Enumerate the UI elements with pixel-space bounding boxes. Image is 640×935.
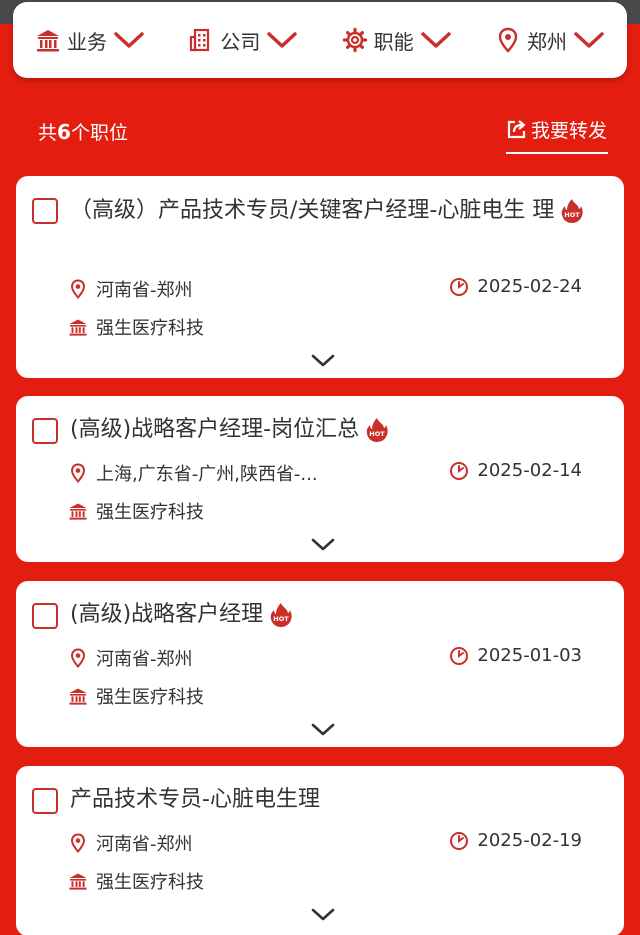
job-title[interactable]: (高级)战略客户经理-岗位汇总 HOT [70, 413, 590, 447]
svg-text:HOT: HOT [273, 615, 289, 623]
job-checkbox[interactable] [32, 198, 58, 224]
job-company-text: 强生医疗科技 [96, 872, 204, 893]
job-card[interactable]: (高级)战略客户经理 HOT 河南省-郑州 2025-01-03 强生医疗科技 [16, 581, 624, 747]
job-count-number: 6 [57, 120, 71, 144]
job-location-text: 上海,广东省-广州,陕西省-... [96, 464, 318, 485]
job-card[interactable]: 产品技术专员-心脏电生理 河南省-郑州 2025-02-19 强生医疗科技 [16, 766, 624, 935]
location-pin-icon [495, 27, 521, 53]
job-company: 强生医疗科技 [68, 314, 204, 340]
clock-icon [449, 461, 469, 481]
share-icon [506, 118, 528, 140]
filter-function-label: 职能 [373, 29, 414, 54]
job-date-text: 2025-02-14 [477, 460, 582, 481]
chevron-down-icon [266, 29, 298, 51]
bank-icon [68, 871, 88, 891]
gear-icon [342, 27, 368, 53]
filter-function[interactable]: 职能 [342, 26, 452, 55]
filter-bar: 业务 公司 职能 郑州 [13, 2, 627, 78]
filter-company[interactable]: 公司 [188, 26, 298, 55]
expand-chevron-icon[interactable] [310, 906, 336, 924]
job-card[interactable]: （高级）产品技术专员/关键客户经理-心脏电生 理 HOT 河南省-郑州 2025-… [16, 176, 624, 378]
job-count-suffix: 个职位 [70, 122, 128, 144]
building-icon [188, 27, 214, 53]
chevron-down-icon [573, 29, 605, 51]
job-company-text: 强生医疗科技 [96, 687, 204, 708]
bank-icon [68, 501, 88, 521]
clock-icon [449, 646, 469, 666]
chevron-down-icon [113, 29, 145, 51]
share-button[interactable]: 我要转发 [506, 116, 608, 154]
job-location-text: 河南省-郑州 [96, 649, 193, 670]
svg-text:HOT: HOT [369, 430, 385, 438]
job-title-text: （高级）产品技术专员/关键客户经理-心脏电生 [70, 198, 526, 223]
job-title-text: (高级)战略客户经理-岗位汇总 [70, 417, 360, 442]
filter-city-label: 郑州 [526, 29, 567, 54]
job-location: 上海,广东省-广州,陕西省-... [68, 460, 318, 486]
job-location: 河南省-郑州 [68, 276, 193, 302]
bank-icon [68, 686, 88, 706]
job-location: 河南省-郑州 [68, 830, 193, 856]
job-title[interactable]: (高级)战略客户经理 HOT [70, 598, 590, 632]
location-pin-icon [68, 833, 88, 853]
job-checkbox[interactable] [32, 603, 58, 629]
svg-text:HOT: HOT [565, 211, 581, 219]
job-date: 2025-01-03 [449, 645, 582, 666]
job-title-text: 产品技术专员-心脏电生理 [70, 787, 320, 812]
job-company: 强生医疗科技 [68, 868, 204, 894]
job-company: 强生医疗科技 [68, 498, 204, 524]
location-pin-icon [68, 279, 88, 299]
bank-icon [68, 317, 88, 337]
expand-chevron-icon[interactable] [310, 352, 336, 370]
job-date-text: 2025-02-24 [477, 276, 582, 297]
job-checkbox[interactable] [32, 788, 58, 814]
job-count-prefix: 共 [38, 122, 58, 144]
filter-company-label: 公司 [220, 29, 261, 54]
location-pin-icon [68, 648, 88, 668]
job-date: 2025-02-14 [449, 460, 582, 481]
job-location: 河南省-郑州 [68, 645, 193, 671]
job-company-text: 强生医疗科技 [96, 502, 204, 523]
job-date: 2025-02-24 [449, 276, 582, 297]
job-location-text: 河南省-郑州 [96, 280, 193, 301]
chevron-down-icon [420, 29, 452, 51]
filter-business[interactable]: 业务 [35, 26, 145, 55]
clock-icon [449, 277, 469, 297]
job-date-text: 2025-02-19 [477, 830, 582, 851]
job-count: 共6个职位 [38, 118, 128, 145]
job-date-text: 2025-01-03 [477, 645, 582, 666]
filter-city[interactable]: 郑州 [495, 26, 605, 55]
job-card[interactable]: (高级)战略客户经理-岗位汇总 HOT 上海,广东省-广州,陕西省-... 202… [16, 396, 624, 562]
hot-badge-icon: HOT [365, 417, 389, 443]
job-title[interactable]: 产品技术专员-心脏电生理 [70, 783, 590, 817]
job-company-text: 强生医疗科技 [96, 318, 204, 339]
location-pin-icon [68, 463, 88, 483]
job-checkbox[interactable] [32, 418, 58, 444]
summary-row: 共6个职位 我要转发 [0, 110, 640, 160]
filter-business-label: 业务 [67, 29, 107, 54]
bank-icon [35, 27, 61, 53]
hot-badge-icon: HOT [560, 198, 584, 224]
expand-chevron-icon[interactable] [310, 721, 336, 739]
share-label: 我要转发 [531, 120, 608, 142]
job-date: 2025-02-19 [449, 830, 582, 851]
job-company: 强生医疗科技 [68, 683, 204, 709]
job-location-text: 河南省-郑州 [96, 834, 193, 855]
clock-icon [449, 831, 469, 851]
job-title-text: (高级)战略客户经理 [70, 602, 264, 627]
hot-badge-icon: HOT [269, 602, 293, 628]
job-title[interactable]: （高级）产品技术专员/关键客户经理-心脏电生 理 HOT [70, 194, 590, 228]
expand-chevron-icon[interactable] [310, 536, 336, 554]
